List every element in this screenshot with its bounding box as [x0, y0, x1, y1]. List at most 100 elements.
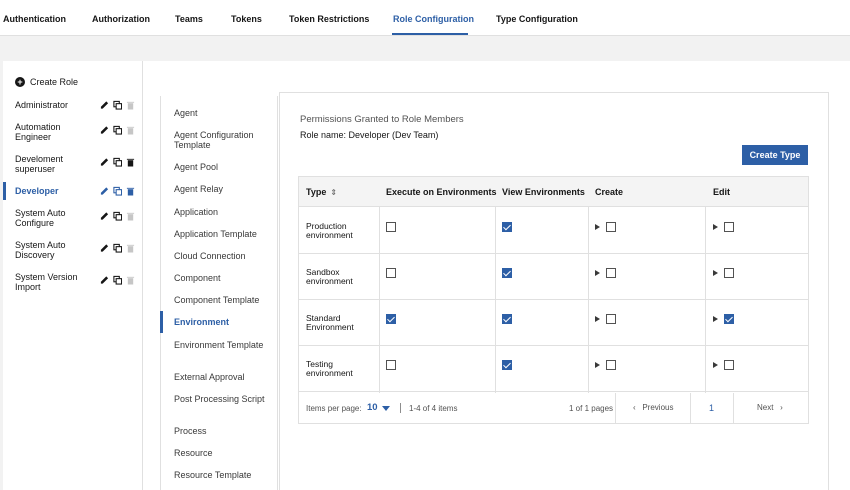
edit-icon[interactable]	[100, 157, 109, 167]
role-name-label: Role name: Developer (Dev Team)	[300, 130, 439, 140]
tab-authentication[interactable]: Authentication	[3, 14, 66, 24]
edit-icon[interactable]	[100, 275, 109, 285]
copy-icon[interactable]	[113, 211, 122, 221]
column-header-execute: Execute on Environments	[386, 187, 497, 197]
delete-icon[interactable]	[126, 157, 135, 167]
expand-icon[interactable]	[595, 224, 600, 230]
edit-checkbox[interactable]	[724, 360, 734, 370]
divider	[615, 393, 616, 423]
type-item-external-approval[interactable]: External Approval	[174, 372, 274, 382]
column-header-edit: Edit	[713, 187, 730, 197]
edit-icon[interactable]	[100, 243, 109, 253]
delete-icon	[126, 244, 135, 253]
delete-icon	[126, 126, 135, 135]
create-checkbox[interactable]	[606, 268, 616, 278]
expand-icon[interactable]	[595, 362, 600, 368]
column-header-type[interactable]: Type ⇕	[306, 187, 337, 197]
delete-icon	[126, 276, 135, 285]
edit-icon[interactable]	[100, 211, 109, 221]
active-type-indicator	[160, 311, 163, 333]
view-checkbox[interactable]	[502, 314, 512, 324]
copy-icon[interactable]	[113, 157, 122, 167]
current-page[interactable]: 1	[709, 403, 714, 413]
role-name: System Auto Configure	[15, 208, 66, 228]
create-role-label: Create Role	[30, 77, 79, 87]
type-item-agent[interactable]: Agent	[174, 108, 274, 118]
expand-icon[interactable]	[595, 270, 600, 276]
expand-icon[interactable]	[713, 362, 718, 368]
tab-role-configuration[interactable]: Role Configuration	[393, 14, 474, 24]
create-checkbox[interactable]	[606, 360, 616, 370]
role-sidebar: + Create Role Administrator Automation E…	[3, 61, 143, 490]
view-checkbox[interactable]	[502, 222, 512, 232]
chevron-down-icon[interactable]	[382, 406, 390, 411]
execute-checkbox[interactable]	[386, 222, 396, 232]
type-item-agent-pool[interactable]: Agent Pool	[174, 162, 274, 172]
delete-icon[interactable]	[126, 186, 135, 196]
type-item-environment-template[interactable]: Environment Template	[174, 340, 274, 350]
table-header: Type ⇕ Execute on Environments View Envir…	[299, 177, 808, 207]
edit-checkbox[interactable]	[724, 314, 734, 324]
type-item-process[interactable]: Process	[174, 426, 274, 436]
chevron-left-icon: ‹	[633, 403, 636, 412]
view-checkbox[interactable]	[502, 268, 512, 278]
type-item-post-processing-script[interactable]: Post Processing Script	[174, 394, 274, 404]
create-type-button[interactable]: Create Type	[742, 145, 808, 165]
type-item-cloud-connection[interactable]: Cloud Connection	[174, 251, 274, 261]
permissions-table: Type ⇕ Execute on Environments View Envir…	[298, 176, 809, 424]
active-tab-indicator	[392, 33, 468, 35]
role-name: System Auto Discovery	[15, 240, 66, 260]
edit-icon[interactable]	[100, 100, 109, 110]
divider	[733, 393, 734, 423]
expand-icon[interactable]	[713, 316, 718, 322]
tab-teams[interactable]: Teams	[175, 14, 203, 24]
execute-checkbox[interactable]	[386, 314, 396, 324]
column-header-view: View Environments	[502, 187, 585, 197]
sort-icon[interactable]: ⇕	[330, 188, 337, 197]
type-item-agent-relay[interactable]: Agent Relay	[174, 184, 274, 194]
edit-icon[interactable]	[100, 186, 109, 196]
type-item-resource[interactable]: Resource	[174, 448, 274, 458]
next-page-button[interactable]: Next ›	[757, 403, 783, 412]
copy-icon[interactable]	[113, 275, 122, 285]
type-item-component-template[interactable]: Component Template	[174, 295, 274, 305]
type-item-resource-template[interactable]: Resource Template	[174, 470, 274, 480]
copy-icon[interactable]	[113, 243, 122, 253]
delete-icon	[126, 101, 135, 110]
copy-icon[interactable]	[113, 186, 122, 196]
tab-token-restrictions[interactable]: Token Restrictions	[289, 14, 369, 24]
previous-page-button[interactable]: ‹ Previous	[633, 403, 673, 412]
edit-checkbox[interactable]	[724, 268, 734, 278]
view-checkbox[interactable]	[502, 360, 512, 370]
type-cell: Sandbox environment	[306, 267, 353, 286]
role-name: System Version Import	[15, 272, 78, 292]
type-item-component[interactable]: Component	[174, 273, 274, 283]
tab-tokens[interactable]: Tokens	[231, 14, 262, 24]
column-header-create: Create	[595, 187, 624, 197]
item-range: 1-4 of 4 items	[409, 404, 458, 413]
execute-checkbox[interactable]	[386, 360, 396, 370]
expand-icon[interactable]	[713, 224, 718, 230]
type-item-application-template[interactable]: Application Template	[174, 229, 274, 239]
edit-checkbox[interactable]	[724, 222, 734, 232]
expand-icon[interactable]	[595, 316, 600, 322]
create-checkbox[interactable]	[606, 222, 616, 232]
edit-icon[interactable]	[100, 125, 109, 135]
top-tab-bar: Authentication Authorization Teams Token…	[0, 0, 850, 36]
tab-authorization[interactable]: Authorization	[92, 14, 150, 24]
type-item-agent-configuration-template[interactable]: Agent Configuration Template	[174, 130, 274, 150]
items-per-page-select[interactable]: 10	[367, 402, 378, 413]
chevron-right-icon: ›	[780, 403, 783, 412]
role-name: Developer	[15, 186, 59, 196]
tab-type-configuration[interactable]: Type Configuration	[496, 14, 578, 24]
create-role-button[interactable]: + Create Role	[15, 77, 78, 87]
type-item-environment[interactable]: Environment	[174, 317, 274, 327]
role-name: Develoment superuser	[15, 154, 64, 174]
expand-icon[interactable]	[713, 270, 718, 276]
copy-icon[interactable]	[113, 125, 122, 135]
create-checkbox[interactable]	[606, 314, 616, 324]
table-row: Production environment	[299, 208, 808, 254]
type-item-application[interactable]: Application	[174, 207, 274, 217]
copy-icon[interactable]	[113, 100, 122, 110]
execute-checkbox[interactable]	[386, 268, 396, 278]
